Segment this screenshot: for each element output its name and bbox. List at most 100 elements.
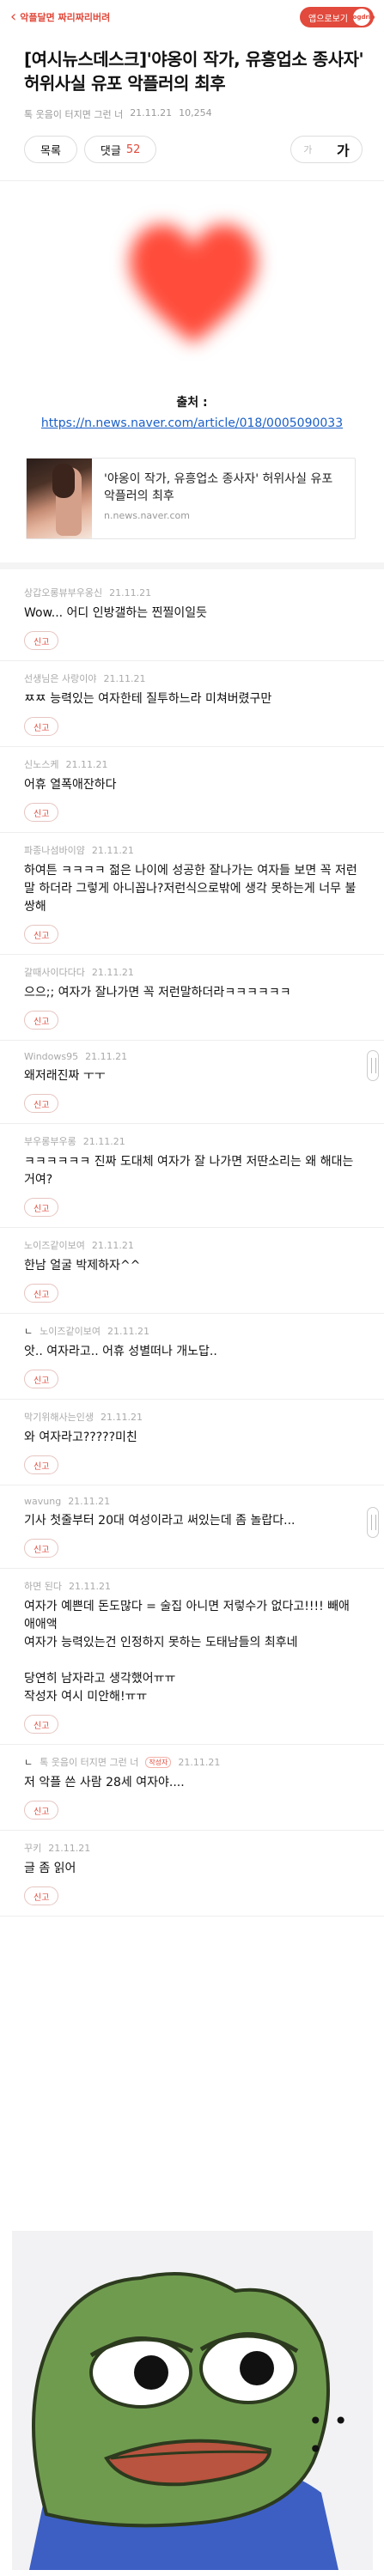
comment-text: 앗.. 여자라고.. 어휴 성별떠나 개노답.. (24, 1345, 217, 1358)
comment-text: 와 여자라고?????미친 (24, 1431, 137, 1444)
comment-author[interactable]: 하면 된다 (24, 1579, 62, 1593)
comment-count: 52 (125, 143, 141, 156)
report-button[interactable]: 신고 (24, 1886, 59, 1905)
section-divider (0, 562, 384, 569)
comment-header: 상갑오롱뷰부우옹신 21.11.21 (24, 575, 360, 599)
comment-item: 노이즈같이보여 21.11.21 한남 얼굴 박제하자^^ 신고 (0, 1228, 384, 1314)
source-link[interactable]: https://n.news.naver.com/article/018/000… (0, 416, 384, 430)
comment-author[interactable]: 갈때사이다다다 (24, 965, 85, 979)
comment-header: 부우롱부우롱 21.11.21 (24, 1124, 360, 1148)
board-name: 악플달면 짜리짜리버려 (20, 12, 111, 23)
report-button[interactable]: 신고 (24, 1011, 59, 1030)
comment-author[interactable]: 꾸키 (24, 1841, 41, 1855)
open-in-app-button[interactable]: 앱으로보기 dogdrip (300, 7, 375, 27)
report-button[interactable]: 신고 (24, 1539, 59, 1558)
comment-date: 21.11.21 (91, 844, 134, 856)
list-button[interactable]: 목록 (24, 136, 77, 163)
reply-arrow-icon: ㄴ (24, 1326, 34, 1337)
author-badge: 작성자 (145, 1756, 172, 1768)
comment-author[interactable]: 노이즈같이보여 (24, 1238, 85, 1252)
comment-text: 글 좀 읽어 (24, 1862, 76, 1875)
report-button[interactable]: 신고 (24, 1715, 59, 1734)
comment-header: 막기위해사는인생 21.11.21 (24, 1400, 360, 1424)
comment-date: 21.11.21 (85, 1051, 128, 1062)
comment-date: 21.11.21 (103, 672, 146, 684)
app-logo-icon: dogdrip (349, 9, 375, 26)
comment-text: 저 악플 쓴 사람 28세 여자야.... (24, 1776, 185, 1789)
reaction-image: • • • (12, 2231, 373, 2570)
comment-author[interactable]: wavung (24, 1496, 61, 1507)
comment-date: 21.11.21 (68, 1580, 111, 1592)
heart-icon (129, 224, 258, 343)
comment-date: 21.11.21 (82, 1135, 125, 1147)
report-button[interactable]: 신고 (24, 1370, 59, 1388)
comment-item: 하면 된다 21.11.21 여자가 예쁜데 돈도많다 = 술집 아니면 저렇수가 … (0, 1569, 384, 1745)
link-preview-title: '야옹이 작가, 유흥업소 종사자' 허위사실 유포 악플러의 최후 (104, 472, 333, 503)
comment-list: 상갑오롱뷰부우옹신 21.11.21 Wow... 어디 인방갤하는 찐찔이일듯신고… (0, 575, 384, 1917)
comment-author[interactable]: 파종나섬바이얌 (24, 843, 85, 857)
back-button[interactable]: ‹ 악플달면 짜리짜리버려 (10, 9, 110, 25)
comment-item: wavung 21.11.21 기사 첫줄부터 20대 여성이라고 써있는데 좀 놀… (0, 1485, 384, 1569)
ellipsis-text: • • • (308, 2407, 350, 2464)
comment-author[interactable]: 선생님은 사랑이야 (24, 671, 96, 685)
comment-author[interactable]: 신노스케 (24, 757, 58, 771)
report-button[interactable]: 신고 (24, 1284, 59, 1303)
comment-date: 21.11.21 (91, 966, 134, 978)
comment-header: 꾸키 21.11.21 (24, 1831, 360, 1855)
comment-header: wavung 21.11.21 (24, 1485, 360, 1507)
report-button[interactable]: 신고 (24, 803, 59, 822)
open-in-app-label: 앱으로보기 (308, 14, 348, 24)
report-button[interactable]: 신고 (24, 631, 59, 650)
reply-arrow-icon: ㄴ (24, 1757, 34, 1768)
comment-text: 하여튼 ㅋㅋㅋㅋ 젊은 나이에 성공한 잘나가는 여자들 보면 꼭 저런말 하더… (24, 864, 357, 914)
comment-author[interactable]: 톡 웃음이 터지면 그런 너 (40, 1755, 138, 1769)
comment-author[interactable]: 부우롱부우롱 (24, 1134, 76, 1148)
heart-image (116, 202, 271, 356)
source-label: 출처 : (176, 396, 208, 410)
comment-text: ㅋㅋㅋㅋㅋㅋ 진짜 도대체 여자가 잘 나가면 저딴소리는 왜 해대는거여? (24, 1155, 354, 1187)
comments-button[interactable]: 댓글 52 (83, 136, 157, 163)
comment-author[interactable]: 막기위해사는인생 (24, 1410, 94, 1424)
font-smaller-button[interactable]: 가 (303, 143, 312, 156)
comment-item: 부우롱부우롱 21.11.21 ㅋㅋㅋㅋㅋㅋ 진짜 도대체 여자가 잘 나가면 저딴… (0, 1124, 384, 1228)
font-larger-button[interactable]: 가 (337, 139, 350, 160)
scroll-handle[interactable] (367, 1507, 379, 1538)
comment-item: 신노스케 21.11.21 어휴 열폭애잔하다 신고 (0, 747, 384, 833)
comment-text: 기사 첫줄부터 20대 여성이라고 써있는데 좀 놀랍다... (24, 1514, 296, 1528)
comment-item: ㄴ 톡 웃음이 터지면 그런 너 작성자 21.11.21 저 악플 쓴 사람 28세 … (0, 1745, 384, 1831)
comment-text: 으으;; 여자가 잘나가면 꼭 저런말하더라ㅋㅋㅋㅋㅋㅋ (24, 986, 291, 999)
comment-date: 21.11.21 (109, 586, 152, 598)
comment-header: 갈때사이다다다 21.11.21 (24, 955, 360, 979)
scroll-handle[interactable] (367, 1050, 379, 1081)
font-size-toggle[interactable]: 가 가 (290, 136, 363, 163)
report-button[interactable]: 신고 (24, 717, 59, 736)
comment-item: 꾸키 21.11.21 글 좀 읽어신고 (0, 1831, 384, 1917)
comment-author[interactable]: 노이즈같이보여 (40, 1324, 101, 1338)
comment-header: 선생님은 사랑이야 21.11.21 (24, 661, 360, 685)
link-preview-thumbnail (27, 459, 93, 538)
comment-header: ㄴ 톡 웃음이 터지면 그런 너 작성자 21.11.21 (24, 1745, 360, 1769)
comment-text: 한남 얼굴 박제하자^^ (24, 1259, 141, 1273)
divider (0, 180, 384, 181)
comment-text: 여자가 예쁜데 돈도많다 = 술집 아니면 저렇수가 없다고!!!! 빼애애애액… (24, 1600, 350, 1704)
comment-item: 갈때사이다다다 21.11.21 으으;; 여자가 잘나가면 꼭 저런말하더라ㅋㅋㅋ… (0, 955, 384, 1041)
post-author[interactable]: 톡 웃음이 터지면 그런 너 (24, 107, 123, 121)
comment-author[interactable]: 상갑오롱뷰부우옹신 (24, 586, 102, 599)
report-button[interactable]: 신고 (24, 925, 59, 944)
comments-button-label: 댓글 (100, 144, 121, 158)
report-button[interactable]: 신고 (24, 1094, 59, 1113)
link-preview-card[interactable]: '야옹이 작가, 유흥업소 종사자' 허위사실 유포 악플러의 최후 n.new… (26, 458, 356, 539)
report-button[interactable]: 신고 (24, 1455, 59, 1474)
post-date: 21.11.21 (130, 107, 173, 118)
comment-header: 신노스케 21.11.21 (24, 747, 360, 771)
frog-illustration (12, 2231, 373, 2570)
comment-author[interactable]: Windows95 (24, 1051, 78, 1062)
comment-date: 21.11.21 (65, 758, 108, 770)
post-title: [여시뉴스데스크]'야옹이 작가, 유흥업소 종사자' 허위사실 유포 악플러의… (24, 49, 364, 94)
report-button[interactable]: 신고 (24, 1198, 59, 1217)
report-button[interactable]: 신고 (24, 1801, 59, 1820)
comment-text: Wow... 어디 인방갤하는 찐찔이일듯 (24, 606, 208, 620)
top-bar: ‹ 악플달면 짜리짜리버려 앱으로보기 dogdrip (0, 0, 384, 34)
comment-date: 21.11.21 (178, 1756, 221, 1768)
post-views: 10,254 (179, 107, 212, 118)
